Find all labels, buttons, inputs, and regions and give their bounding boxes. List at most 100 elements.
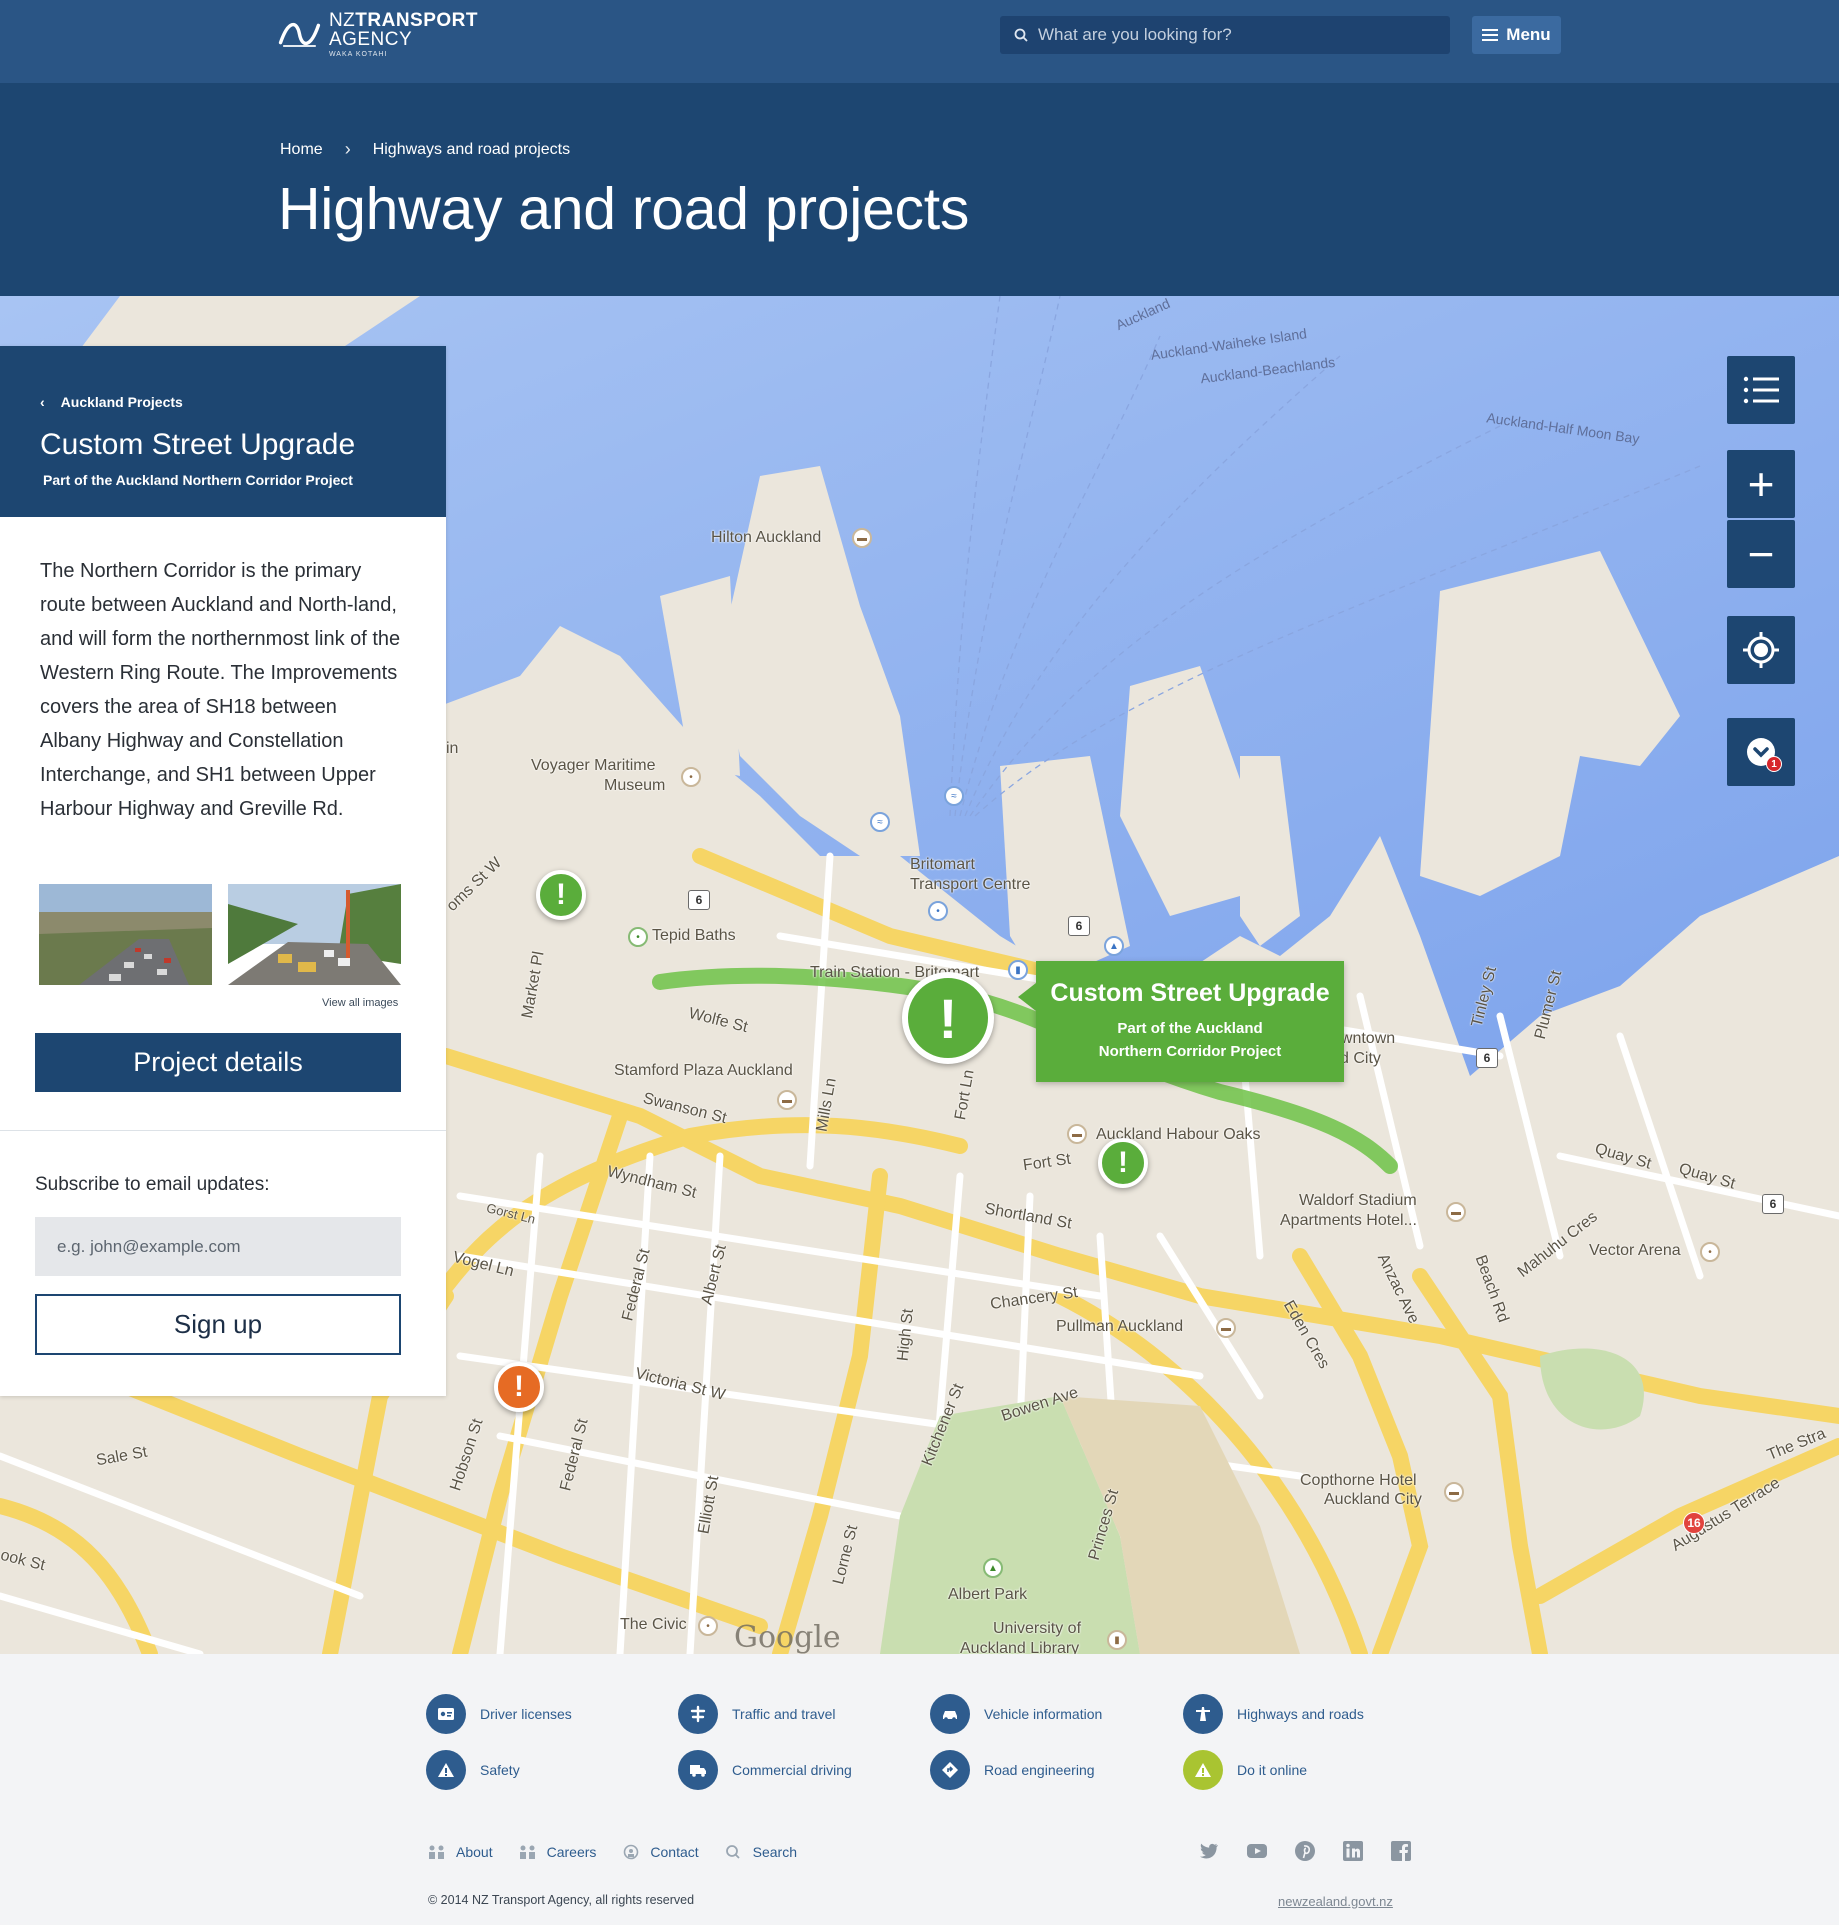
panel-header: ‹ Auckland Projects Custom Street Upgrad… — [0, 346, 446, 517]
state-highway-shield: 6 — [1068, 916, 1090, 936]
theatre-icon[interactable]: • — [698, 1616, 718, 1636]
back-link[interactable]: ‹ Auckland Projects — [40, 394, 183, 410]
breadcrumb-home[interactable]: Home — [280, 141, 323, 159]
logo-transport: TRANSPORT — [355, 9, 478, 31]
quick-link-label: Vehicle information — [984, 1706, 1103, 1722]
project-callout[interactable]: Custom Street Upgrade Part of the Auckla… — [1018, 961, 1344, 1082]
locate-me-button[interactable] — [1727, 616, 1795, 684]
map-label: The Civic — [620, 1616, 687, 1633]
sign-up-button[interactable]: Sign up — [35, 1294, 401, 1355]
callout-subtitle-line: Part of the Auckland — [1117, 1020, 1263, 1037]
train-icon[interactable]: ▮ — [1008, 960, 1028, 980]
google-attribution: Google — [734, 1620, 841, 1654]
project-details-button[interactable]: Project details — [35, 1033, 401, 1092]
transit-icon[interactable]: • — [928, 901, 948, 921]
hotel-icon[interactable]: ▬ — [777, 1090, 797, 1110]
map-label: Vector Arena — [1589, 1242, 1681, 1259]
roadworks-photo — [228, 884, 401, 985]
map-label: Stamford Plaza Auckland — [614, 1062, 793, 1079]
stadium-icon[interactable]: • — [1700, 1242, 1720, 1262]
alert-marker[interactable]: ! — [494, 1362, 544, 1412]
notifications-button[interactable]: 1 — [1727, 718, 1795, 786]
map-label: Pullman Auckland — [1056, 1318, 1184, 1335]
state-highway-shield: 6 — [1476, 1048, 1498, 1068]
chevron-left-icon: ‹ — [40, 394, 45, 410]
callout-subtitle-line: Northern Corridor Project — [1098, 1042, 1282, 1060]
state-highway-shield: 6 — [688, 890, 710, 910]
selected-project-marker[interactable]: ! — [902, 972, 994, 1064]
map-label: Auckland Library — [960, 1640, 1080, 1654]
project-subtitle: Part of the Auckland Northern Corridor P… — [43, 472, 353, 488]
project-description: The Northern Corridor is the primary rou… — [40, 560, 401, 820]
ferry-icon[interactable]: ≈ — [944, 786, 964, 806]
car-icon — [930, 1694, 970, 1734]
pool-icon[interactable]: • — [628, 927, 648, 947]
nzta-wave-logo-icon — [278, 23, 321, 47]
project-image-thumbnail[interactable] — [228, 884, 401, 985]
map-label: Albert Park — [948, 1586, 1028, 1603]
quick-link-label: Highways and roads — [1237, 1706, 1364, 1722]
logo-waka-kotahi: WAKA KOTAHI — [328, 50, 388, 58]
footer-link-label: Search — [752, 1844, 797, 1860]
quick-link-label: Driver licenses — [480, 1706, 572, 1722]
social-links — [1198, 1840, 1412, 1862]
map-label: Copthorne Hotel — [1300, 1472, 1417, 1489]
list-view-button[interactable] — [1727, 356, 1795, 424]
hotel-icon[interactable]: ▬ — [1216, 1318, 1236, 1338]
library-icon[interactable]: ▮ — [1107, 1630, 1127, 1650]
footer-link-careers[interactable]: Careers — [517, 1844, 596, 1860]
bus-icon[interactable]: ▲ — [1104, 936, 1124, 956]
zoom-in-button[interactable]: + — [1727, 450, 1795, 518]
map-label: Auckland City — [1324, 1491, 1422, 1508]
menu-label: Menu — [1506, 25, 1551, 44]
quick-link-label: Traffic and travel — [732, 1706, 836, 1722]
quick-link-commercial-driving[interactable]: Commercial driving — [678, 1750, 852, 1790]
youtube-icon[interactable] — [1246, 1840, 1268, 1862]
project-detail-panel: ‹ Auckland Projects Custom Street Upgrad… — [0, 346, 446, 1396]
state-highway-shield: 6 — [1762, 1194, 1784, 1214]
map-label: Museum — [604, 777, 666, 794]
breadcrumb-current[interactable]: Highways and road projects — [373, 141, 570, 159]
menu-button[interactable]: Menu — [1472, 16, 1561, 54]
museum-icon[interactable]: • — [681, 767, 701, 787]
view-all-images-link[interactable]: View all images — [322, 997, 398, 1009]
quick-link-vehicle-information[interactable]: Vehicle information — [930, 1694, 1102, 1734]
list-icon — [1743, 376, 1779, 404]
linkedin-icon[interactable] — [1342, 1840, 1364, 1862]
hotel-icon[interactable]: ▬ — [1444, 1482, 1464, 1502]
govt-link[interactable]: newzealand.govt.nz — [1278, 1894, 1393, 1909]
footer-link-contact[interactable]: Contact — [620, 1844, 699, 1860]
footer-link-about[interactable]: About — [426, 1844, 493, 1860]
quick-link-driver-licenses[interactable]: Driver licenses — [426, 1694, 572, 1734]
email-field[interactable] — [35, 1217, 401, 1276]
hotel-icon[interactable]: ▬ — [1067, 1124, 1087, 1144]
pinterest-icon[interactable] — [1294, 1840, 1316, 1862]
page-title: Highway and road projects — [278, 176, 970, 242]
hotel-icon[interactable]: ▬ — [852, 528, 872, 548]
chevron-right-icon: › — [344, 139, 351, 159]
ferry-icon[interactable]: ≈ — [870, 812, 890, 832]
site-footer — [0, 1654, 1839, 1925]
quick-link-highways-and-roads[interactable]: Highways and roads — [1183, 1694, 1364, 1734]
project-image-thumbnail[interactable] — [39, 884, 212, 985]
quick-link-do-it-online[interactable]: Do it online — [1183, 1750, 1307, 1790]
subscribe-label: Subscribe to email updates: — [35, 1174, 270, 1195]
quick-link-safety[interactable]: Safety — [426, 1750, 520, 1790]
facebook-icon[interactable] — [1390, 1840, 1412, 1862]
zoom-out-button[interactable]: − — [1727, 520, 1795, 588]
project-marker[interactable]: ! — [536, 870, 586, 920]
quick-link-traffic-and-travel[interactable]: Traffic and travel — [678, 1694, 836, 1734]
page-hero: Home › Highways and road projects Highwa… — [0, 83, 1839, 296]
hotel-icon[interactable]: ▬ — [1446, 1202, 1466, 1222]
nzta-logo[interactable]: NZTRANSPORT AGENCY WAKA KOTAHI — [278, 9, 478, 58]
project-marker[interactable]: ! — [1098, 1138, 1148, 1188]
quick-link-road-engineering[interactable]: Road engineering — [930, 1750, 1095, 1790]
people-icon — [519, 1845, 535, 1859]
footer-link-search[interactable]: Search — [723, 1844, 797, 1860]
twitter-icon[interactable] — [1198, 1840, 1220, 1862]
truck-icon — [678, 1750, 718, 1790]
park-tree-icon[interactable]: ▲ — [983, 1558, 1003, 1578]
search-icon — [725, 1845, 740, 1859]
search-input[interactable] — [1038, 25, 1438, 45]
search-icon — [1014, 28, 1028, 42]
